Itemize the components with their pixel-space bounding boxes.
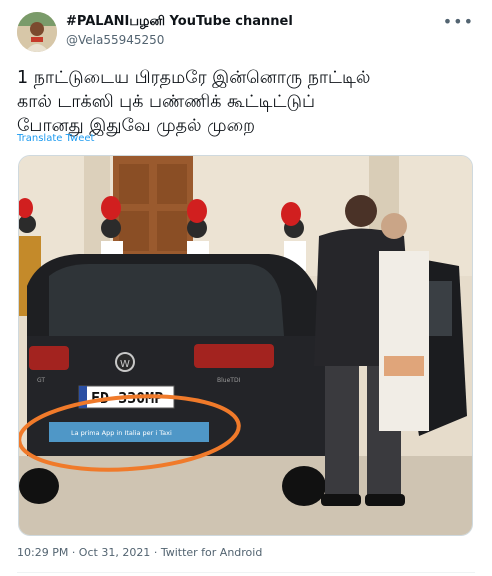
translate-tweet-link[interactable]: Translate Tweet xyxy=(17,133,94,144)
car-badge-left: GT xyxy=(37,377,45,384)
meta-separator: · xyxy=(153,546,161,559)
tweet: #PALANIபழனி YouTube channel @Vela5594525… xyxy=(0,0,492,576)
tweet-text: 1 நாட்டுடைய பிரதமரே இன்னொரு நாட்டில் கால… xyxy=(17,66,477,138)
timestamp[interactable]: 10:29 PM · Oct 31, 2021 xyxy=(17,546,150,559)
svg-text:W: W xyxy=(120,359,130,370)
car-badge-right: BlueTDI xyxy=(217,377,241,384)
tweet-meta: 10:29 PM · Oct 31, 2021 · Twitter for An… xyxy=(17,546,262,559)
author-block: #PALANIபழனி YouTube channel @Vela5594525… xyxy=(66,14,293,47)
divider xyxy=(17,572,475,573)
tweet-source[interactable]: Twitter for Android xyxy=(161,546,263,559)
more-horizontal-icon[interactable]: ••• xyxy=(443,12,474,31)
avatar[interactable] xyxy=(17,12,57,52)
tweet-text-line: 1 நாட்டுடைய பிரதமரே இன்னொரு நாட்டில் xyxy=(17,68,371,88)
tweet-photo[interactable]: W GT BlueTDI FD 330MP La prima App in It… xyxy=(18,155,473,536)
bumper-sticker: La prima App in Italia per i Taxi xyxy=(71,429,172,437)
tweet-text-line: கால் டாக்ஸி புக் பண்ணிக் கூட்டிட்டுப் xyxy=(17,92,316,112)
display-name[interactable]: #PALANIபழனி YouTube channel xyxy=(66,14,293,30)
user-handle[interactable]: @Vela55945250 xyxy=(66,33,293,47)
